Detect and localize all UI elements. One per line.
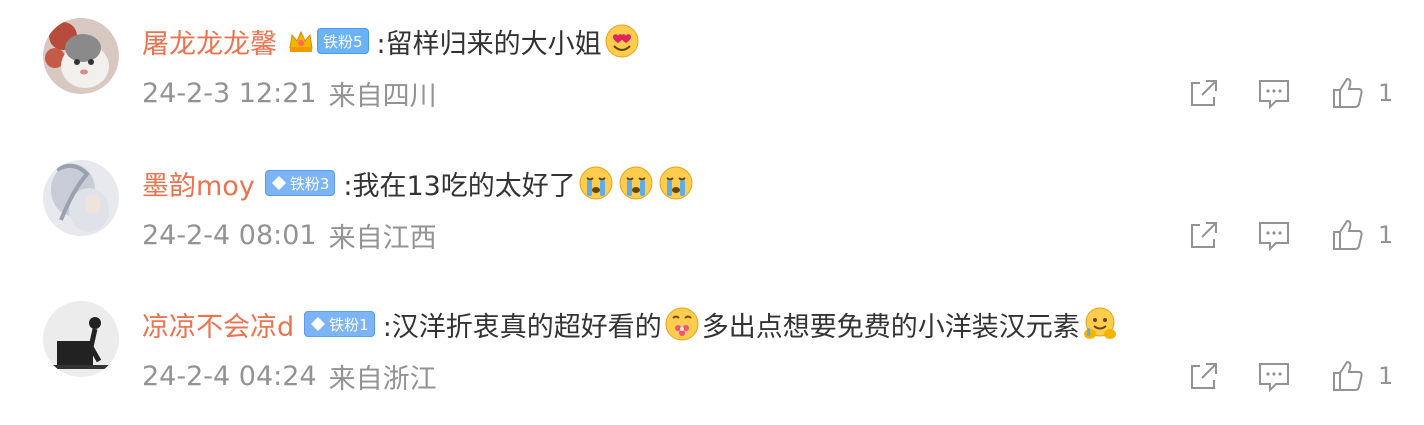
heart-eyes-emoji [605,24,639,58]
fan-badge[interactable]: 铁粉5 [287,28,369,54]
repost-icon[interactable] [1186,217,1222,253]
fan-badge[interactable]: 铁粉1 [304,311,375,337]
comment-text-continued: 多出点想要免费的小洋装汉元素 [701,311,1080,343]
like-count: 1 [1378,79,1394,107]
username[interactable]: 屠龙龙龙馨 [142,22,277,61]
diamond-icon [271,176,286,190]
fan-badge[interactable]: 铁粉3 [264,170,336,196]
crown-icon [289,30,313,52]
username[interactable]: 墨韵moy [142,164,255,203]
crying-emoji [619,166,653,200]
fan-level-label: 铁粉3 [264,170,336,196]
like-count: 1 [1378,221,1394,249]
comment-text: :汉洋折衷真的超好看的 [382,311,662,343]
thumbs-up-icon[interactable] [1330,75,1366,111]
fan-level-label: 铁粉5 [317,28,369,54]
repost-icon[interactable] [1186,75,1222,111]
hug-emoji [1083,307,1116,339]
thumbs-up-icon[interactable] [1330,217,1366,253]
thumbs-up-icon[interactable] [1330,358,1366,394]
crying-emoji [579,166,613,200]
comment-item: 墨韵moy 铁粉3 :我在13吃的太好了 24-2-4 08:01 来自江西 1 [0,142,1424,284]
comment-icon[interactable] [1256,358,1292,394]
fan-level-label: 铁粉1 [304,311,375,337]
crying-emoji [659,166,693,200]
diamond-icon [311,317,326,331]
comment-item: 屠龙龙龙馨 铁粉5 :留样归来的大小姐 24-2-3 12:21 来自四川 1 [0,0,1424,142]
like-count: 1 [1378,362,1394,390]
comment-item: 凉凉不会凉d 铁粉1 :汉洋折衷真的超好看的 多出点想要免费的小洋装汉元素 24… [0,283,1424,425]
comment-icon[interactable] [1256,75,1292,111]
repost-icon[interactable] [1186,358,1222,394]
comment-icon[interactable] [1256,217,1292,253]
comment-text: :我在13吃的太好了 [343,170,576,202]
comment-text: :留样归来的大小姐 [376,28,602,60]
username[interactable]: 凉凉不会凉d [142,305,294,344]
flower-emoji [665,307,699,341]
